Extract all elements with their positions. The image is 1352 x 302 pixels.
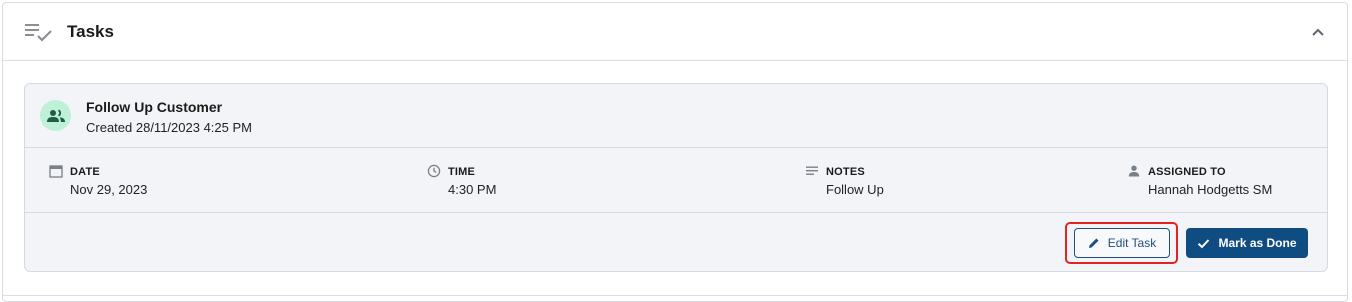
task-avatar [40, 100, 71, 131]
time-value: 4:30 PM [448, 182, 497, 197]
tasks-panel: Tasks Follow Up Customer Created 28/11/2… [2, 2, 1348, 302]
notes-label: NOTES [826, 166, 865, 178]
assigned-to-label: ASSIGNED TO [1148, 166, 1226, 178]
assigned-to-value: Hannah Hodgetts SM [1148, 182, 1273, 197]
people-icon [46, 108, 65, 122]
mark-as-done-button[interactable]: Mark as Done [1186, 228, 1308, 258]
mark-as-done-label: Mark as Done [1218, 236, 1297, 250]
notes-value: Follow Up [826, 182, 884, 197]
task-title: Follow Up Customer [86, 99, 223, 115]
pencil-icon [1088, 238, 1099, 248]
task-list-icon [25, 24, 52, 42]
clock-icon [427, 164, 441, 178]
date-value: Nov 29, 2023 [70, 182, 148, 197]
divider [25, 212, 1327, 213]
task-card: Follow Up Customer Created 28/11/2023 4:… [24, 83, 1328, 272]
time-label: TIME [448, 166, 476, 178]
calendar-icon [49, 165, 63, 178]
divider [3, 295, 1347, 296]
person-icon [1128, 165, 1140, 177]
tasks-panel-header[interactable]: Tasks [3, 3, 1347, 61]
chevron-up-icon[interactable] [1307, 21, 1329, 43]
edit-task-label: Edit Task [1107, 236, 1157, 250]
checkmark-icon [1198, 238, 1210, 248]
notes-icon [806, 166, 818, 175]
panel-title: Tasks [67, 22, 114, 41]
date-label: DATE [70, 166, 100, 178]
divider [25, 147, 1327, 148]
edit-task-button[interactable]: Edit Task [1074, 228, 1170, 258]
task-created-date: Created 28/11/2023 4:25 PM [86, 120, 252, 135]
